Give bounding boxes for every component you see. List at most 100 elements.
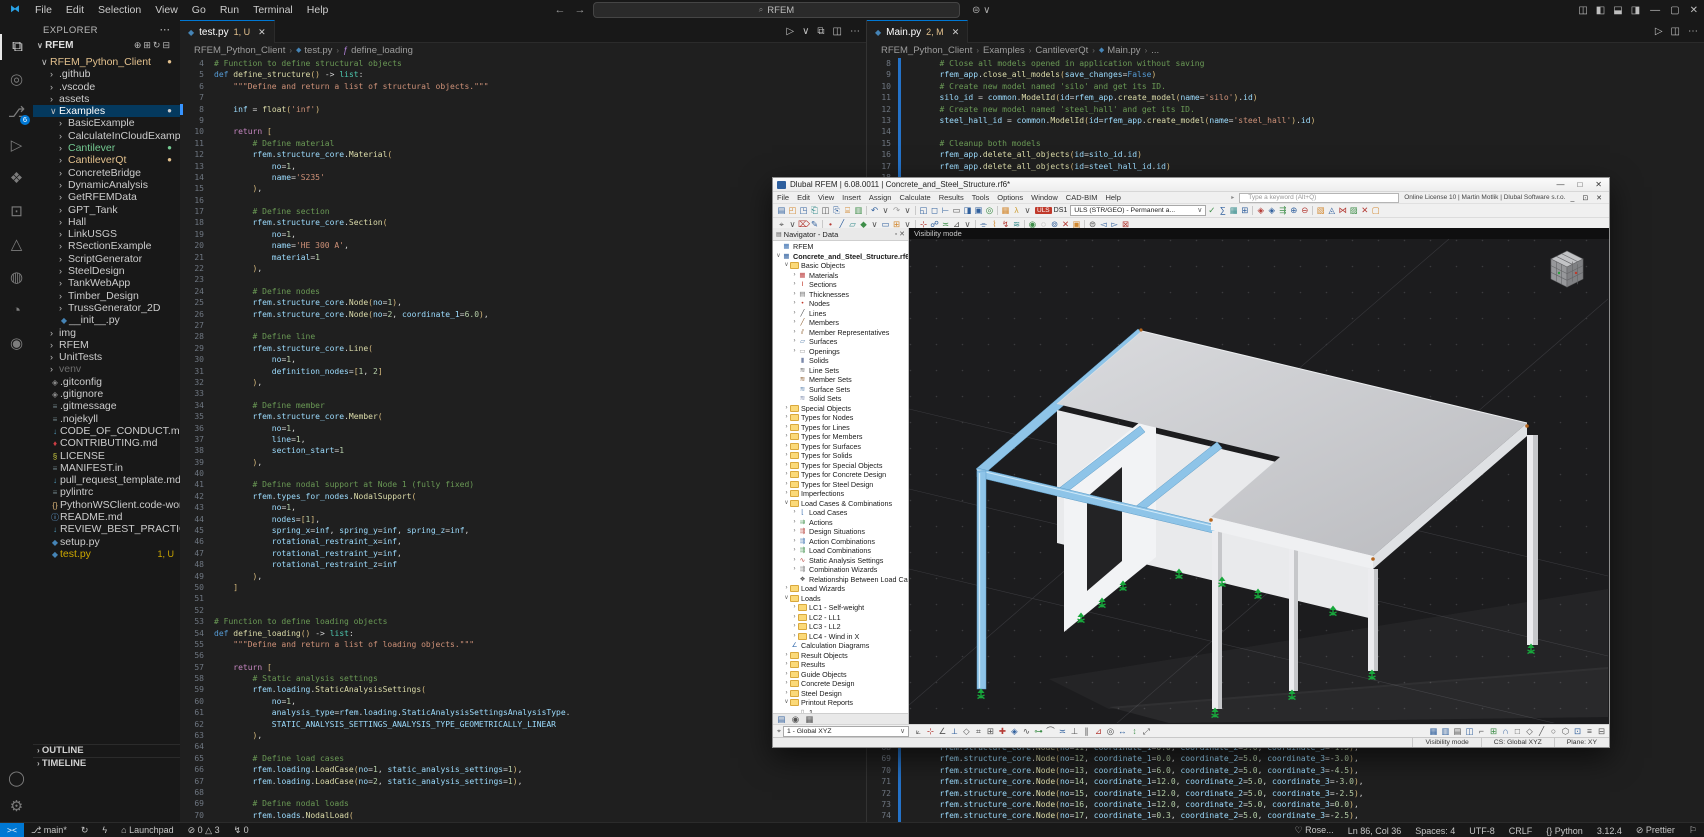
code-line[interactable]: 22 ), (180, 263, 866, 274)
statusbar-item[interactable]: UTF-8 (1462, 826, 1502, 836)
navigator-item-surfaces[interactable]: ›▱Surfaces (773, 337, 908, 347)
explorer-item-BasicExample[interactable]: ›BasicExample (33, 117, 180, 129)
code-line[interactable]: 63 ), (180, 730, 866, 741)
history-forward-icon[interactable]: → (573, 4, 587, 16)
navigator-item-steel-design[interactable]: ›Steel Design (773, 689, 908, 699)
explorer-item-PythonWSClient.code-workspace[interactable]: {}PythonWSClient.code-workspace (33, 499, 180, 511)
code-line[interactable]: 37 line=1, (180, 434, 866, 445)
tree-expander-icon[interactable]: › (791, 280, 798, 290)
layout-toggle-icon[interactable]: ◫ (1578, 5, 1587, 16)
toolbar-icon[interactable]: ▭ (951, 205, 962, 216)
more-actions-icon[interactable]: ⋯ (160, 24, 171, 36)
statusbar-item[interactable]: ⌂ Launchpad (114, 825, 180, 835)
code-line[interactable]: 36 no=1, (180, 423, 866, 434)
tree-expander-icon[interactable]: › (783, 413, 790, 423)
layout-toggle-icon[interactable]: ◧ (1596, 5, 1605, 16)
code-line[interactable]: 43 no=1, (180, 502, 866, 513)
code-line[interactable]: 60 no=1, (180, 696, 866, 707)
restore-button[interactable]: ▢ (1670, 5, 1679, 16)
navigator-item-concrete-and-steel-structure-rf6-[interactable]: ∨▦Concrete_and_Steel_Structure.rf6* (773, 252, 908, 262)
toolbar-icon[interactable]: ∿ (1021, 726, 1032, 737)
statusbar-item[interactable]: ⊘ 0 △ 3 (181, 825, 227, 835)
tree-expander-icon[interactable]: › (791, 518, 798, 528)
toolbar-icon[interactable]: ▦ (1228, 205, 1239, 216)
statusbar-item[interactable]: 3.12.4 (1590, 826, 1629, 836)
tree-expander-icon[interactable]: › (791, 603, 798, 613)
navigator-item-lc4-wind-in-x[interactable]: ›LC4 - Wind in X (773, 632, 908, 642)
code-line[interactable]: 62 STATIC_ANALYSIS_SETTINGS_ANALYSIS_TYP… (180, 719, 866, 730)
navigator-item-relationship-between-load-cases[interactable]: ❖Relationship Between Load Cases (773, 575, 908, 585)
editor-action-icon[interactable]: ⋯ (1688, 26, 1698, 37)
toolbar-icon[interactable]: ∨ (902, 205, 913, 216)
explorer-item-RFEM[interactable]: ›RFEM (33, 339, 180, 351)
toolbar-icon[interactable]: ⊕ (1288, 205, 1299, 216)
navigator-item-action-combinations[interactable]: ›⇶Action Combinations (773, 537, 908, 547)
explorer-item-REVIEW_BEST_PRACTICES.md[interactable]: ↓REVIEW_BEST_PRACTICES.md (33, 523, 180, 535)
toolbar-icon[interactable]: ⊞ (1239, 205, 1250, 216)
tree-expander-icon[interactable]: › (791, 337, 798, 347)
explorer-item-RSectionExample[interactable]: ›RSectionExample (33, 240, 180, 252)
navigator-item-printout-reports[interactable]: ∨Printout Reports (773, 698, 908, 708)
code-line[interactable]: 65 # Define load cases (180, 753, 866, 764)
breadcrumb-item[interactable]: Examples (983, 45, 1025, 56)
tree-expander-icon[interactable]: › (783, 489, 790, 499)
code-line[interactable]: 71 rfem.structure_core.Node(no=14, coord… (867, 776, 1704, 787)
code-line[interactable]: 69 # Define nodal loads (180, 798, 866, 809)
code-line[interactable]: 20 name='HE 300 A', (180, 240, 866, 251)
explorer-item-Timber_Design[interactable]: ›Timber_Design (33, 290, 180, 302)
toolbar-icon[interactable]: ⊥ (1069, 726, 1080, 737)
toolbar-icon[interactable]: ◱ (918, 205, 929, 216)
explorer-item-ConcreteBridge[interactable]: ›ConcreteBridge (33, 167, 180, 179)
code-line[interactable]: 68 (180, 787, 866, 798)
extensions-icon[interactable]: ❖ (0, 166, 33, 192)
toolbar-icon[interactable]: ◨ (962, 205, 973, 216)
code-line[interactable]: 74 rfem.structure_core.Node(no=17, coord… (867, 810, 1704, 821)
explorer-item-GPT_Tank[interactable]: ›GPT_Tank (33, 204, 180, 216)
navigator-item-lc1-self-weight[interactable]: ›LC1 - Self-weight (773, 603, 908, 613)
code-line[interactable]: 70 rfem.structure_core.Node(no=13, coord… (867, 765, 1704, 776)
rfem-menu-view[interactable]: View (814, 193, 838, 202)
explorer-item-CODE_OF_CONDUCT.md[interactable]: ↓CODE_OF_CONDUCT.md (33, 425, 180, 437)
tree-expander-icon[interactable]: › (783, 432, 790, 442)
explorer-item-.vscode[interactable]: ›.vscode (33, 81, 180, 93)
menu-selection[interactable]: Selection (91, 4, 148, 16)
toolbar-icon[interactable]: ▦ (1000, 205, 1011, 216)
code-line[interactable]: 15 # Cleanup both models (867, 138, 1704, 149)
code-line[interactable]: 39 ), (180, 457, 866, 468)
breadcrumb-item[interactable]: ... (1151, 45, 1159, 56)
explorer-item-UnitTests[interactable]: ›UnitTests (33, 351, 180, 363)
code-line[interactable]: 46 rotational_restraint_x=inf, (180, 536, 866, 547)
navigator-item-load-cases-combinations[interactable]: ∨Load Cases & Combinations (773, 499, 908, 509)
toolbar-icon[interactable]: ◇ (1524, 726, 1535, 737)
navigator-item-results[interactable]: ›Results (773, 660, 908, 670)
code-line[interactable]: 31 definition_nodes=[1, 2] (180, 366, 866, 377)
navigator-item-concrete-design[interactable]: ›Concrete Design (773, 679, 908, 689)
code-line[interactable]: 52 (180, 605, 866, 616)
navigator-item-basic-objects[interactable]: ∨Basic Objects (773, 261, 908, 271)
navigator-item-line-sets[interactable]: ≋Line Sets (773, 366, 908, 376)
history-back-icon[interactable]: ← (553, 4, 567, 16)
code-line[interactable]: 61 analysis_type=rfem.loading.StaticAnal… (180, 707, 866, 718)
explorer-item-GetRFEMData[interactable]: ›GetRFEMData (33, 191, 180, 203)
explorer-item-.nojekyll[interactable]: ≡.nojekyll (33, 413, 180, 425)
toolbar-icon[interactable]: ✕ (1359, 205, 1370, 216)
toolbar-icon[interactable]: ◬ (1326, 205, 1337, 216)
statusbar-item[interactable]: ↯ 0 (227, 825, 256, 835)
tree-expander-icon[interactable]: › (783, 442, 790, 452)
explorer-item-assets[interactable]: ›assets (33, 93, 180, 105)
navigator-item-types-for-concrete-design[interactable]: ›Types for Concrete Design (773, 470, 908, 480)
remote-explorer-icon[interactable]: ⊡ (0, 199, 33, 225)
code-line[interactable]: 48 rotational_restraint_z=inf (180, 559, 866, 570)
navigator-item-special-objects[interactable]: ›Special Objects (773, 404, 908, 414)
navigator-item-materials[interactable]: ›▦Materials (773, 271, 908, 281)
navigator-item-lines[interactable]: ›╱Lines (773, 309, 908, 319)
code-line[interactable]: 13 no=1, (180, 161, 866, 172)
code-line[interactable]: 35 rfem.structure_core.Member( (180, 411, 866, 422)
explorer-item-TankWebApp[interactable]: ›TankWebApp (33, 277, 180, 289)
tree-expander-icon[interactable]: › (791, 290, 798, 300)
rfem-menu-window[interactable]: Window (1027, 193, 1062, 202)
tree-expander-icon[interactable]: › (791, 613, 798, 623)
tree-expander-icon[interactable]: › (791, 632, 798, 642)
outline-section[interactable]: › OUTLINE (33, 744, 181, 757)
rfem-menu-assign[interactable]: Assign (865, 193, 896, 202)
